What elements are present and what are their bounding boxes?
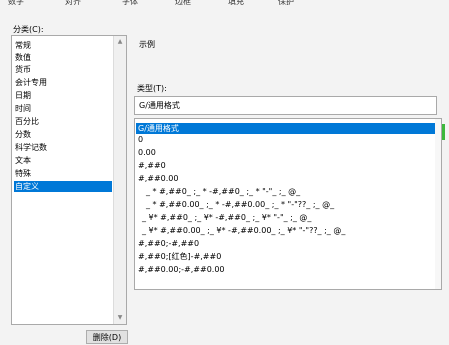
- delete-button[interactable]: 删除(D): [86, 330, 128, 344]
- tab-strip: 数字 对齐 字体 边框 填充 保护: [0, 0, 449, 10]
- sample-label: 示例: [139, 40, 155, 49]
- tab-number[interactable]: 数字: [8, 0, 24, 7]
- category-scrollbar[interactable]: ▲ ▼: [113, 36, 126, 324]
- type-item[interactable]: _ ¥* #,##0.00_ ;_ ¥* -#,##0.00_ ;_ ¥* "-…: [136, 225, 437, 236]
- tab-fill[interactable]: 填充: [228, 0, 244, 7]
- type-item[interactable]: #,##0.00: [136, 173, 437, 184]
- category-item[interactable]: 会计专用: [14, 77, 112, 88]
- type-scrollbar[interactable]: [435, 119, 441, 289]
- type-item[interactable]: #,##0.00;-#,##0.00: [136, 264, 437, 275]
- type-item[interactable]: #,##0: [136, 160, 437, 171]
- type-item[interactable]: 0: [136, 134, 437, 145]
- category-item[interactable]: 数值: [14, 52, 112, 63]
- category-item[interactable]: 分数: [14, 129, 112, 140]
- type-item[interactable]: _ * #,##0_ ;_ * -#,##0_ ;_ * "-"_ ;_ @_: [136, 186, 437, 197]
- category-list[interactable]: 常规 数值 货币 会计专用 日期 时间 百分比 分数 科学记数 文本 特殊 自定…: [11, 35, 127, 325]
- tab-protection[interactable]: 保护: [278, 0, 294, 7]
- category-item[interactable]: 货币: [14, 64, 112, 75]
- tab-font[interactable]: 字体: [122, 0, 138, 7]
- category-item[interactable]: 特殊: [14, 168, 112, 179]
- type-item[interactable]: #,##0;[红色]-#,##0: [136, 251, 437, 262]
- category-item[interactable]: 文本: [14, 155, 112, 166]
- type-list[interactable]: G/通用格式 0 0.00 #,##0 #,##0.00 _ * #,##0_ …: [134, 118, 442, 290]
- category-item[interactable]: 科学记数: [14, 142, 112, 153]
- type-item[interactable]: #,##0;-#,##0: [136, 238, 437, 249]
- tab-border[interactable]: 边框: [175, 0, 191, 7]
- tab-alignment[interactable]: 对齐: [65, 0, 81, 7]
- category-item-selected[interactable]: 自定义: [14, 181, 112, 192]
- category-item[interactable]: 日期: [14, 90, 112, 101]
- scroll-down-icon[interactable]: ▼: [114, 313, 126, 323]
- type-input-value[interactable]: G/通用格式: [139, 100, 180, 111]
- type-label: 类型(T):: [137, 84, 167, 93]
- category-label: 分类(C):: [13, 25, 44, 34]
- category-item[interactable]: 百分比: [14, 116, 112, 127]
- category-item[interactable]: 时间: [14, 103, 112, 114]
- type-item[interactable]: 0.00: [136, 147, 437, 158]
- scroll-up-icon[interactable]: ▲: [114, 37, 126, 47]
- type-input[interactable]: G/通用格式: [134, 96, 437, 115]
- type-item-selected[interactable]: G/通用格式: [136, 123, 437, 134]
- type-item[interactable]: _ * #,##0.00_ ;_ * -#,##0.00_ ;_ * "-"??…: [136, 199, 437, 210]
- type-item[interactable]: _ ¥* #,##0_ ;_ ¥* -#,##0_ ;_ ¥* "-"_ ;_ …: [136, 212, 437, 223]
- accent-marker: [442, 124, 445, 140]
- category-item[interactable]: 常规: [14, 40, 112, 51]
